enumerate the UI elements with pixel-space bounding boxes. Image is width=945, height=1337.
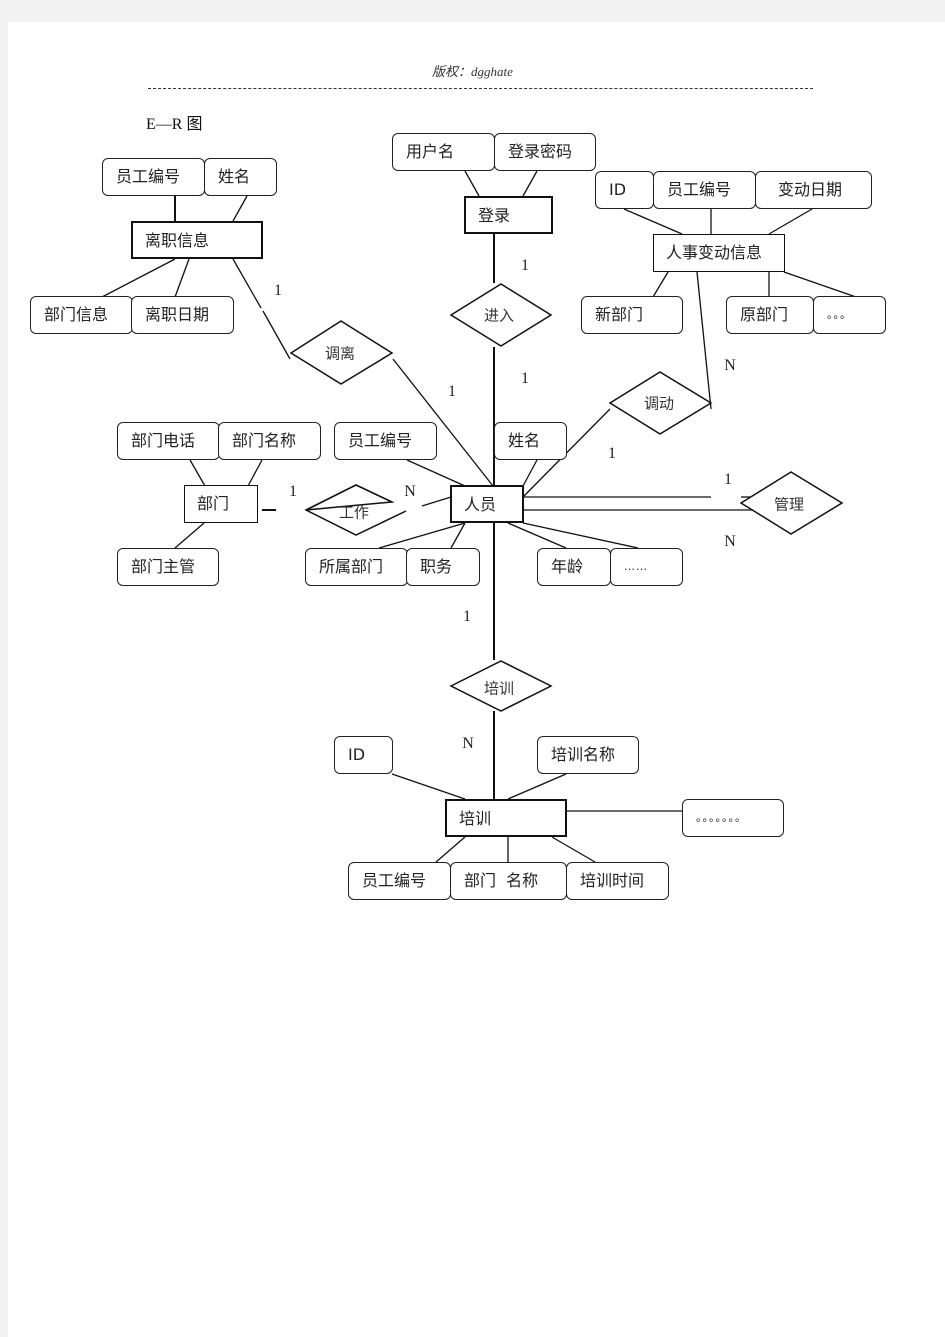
edge-resign-name — [232, 195, 248, 222]
relationship-transfer: 调动 — [643, 394, 675, 413]
attr-dept-manager: 部门主管 — [117, 548, 219, 586]
attr-person-dept: 所属部门 — [305, 548, 408, 586]
cardinality-dept-work: 1 — [289, 483, 297, 500]
attr-change-emp-id: 员工编号 — [653, 171, 756, 209]
attr-train-dept-name: 部门 名称 — [450, 862, 567, 900]
cardinality-person-transfer: 1 — [608, 445, 616, 462]
attr-login-password: 登录密码 — [494, 133, 596, 171]
cardinality-work-person: N — [404, 483, 416, 500]
entity-login: 登录 — [464, 196, 553, 234]
entity-training: 培训 — [445, 799, 567, 837]
edge-change-newdept — [652, 271, 669, 298]
relationship-leave: 调离 — [324, 344, 356, 363]
cardinality-manage-one: 1 — [724, 471, 732, 488]
edge-change-id — [623, 208, 683, 235]
attr-resign-dept-info: 部门信息 — [30, 296, 133, 334]
relationship-work: 工作 — [338, 503, 370, 522]
copyright-header: 版权：dgghate — [432, 64, 513, 79]
diagram-title: E—R 图 — [146, 116, 203, 133]
edge-resign-leave-a — [232, 258, 262, 309]
attr-person-more: …… — [610, 548, 683, 586]
attr-person-age: 年龄 — [537, 548, 611, 586]
cardinality-train-training: N — [462, 735, 474, 752]
edge-work-person — [421, 496, 452, 507]
edge-change-transfer — [696, 271, 712, 410]
attr-person-position: 职务 — [406, 548, 480, 586]
edge-dept-phone — [189, 459, 206, 487]
attr-login-username: 用户名 — [392, 133, 495, 171]
attr-resign-name: 姓名 — [204, 158, 277, 196]
edge-person-dept — [378, 522, 466, 549]
edge-person-name — [522, 459, 538, 487]
edge-resign-leave-b — [262, 310, 291, 360]
relationship-train: 培训 — [483, 679, 515, 698]
relationship-manage: 管理 — [773, 495, 805, 514]
attr-change-date: 变动日期 — [755, 171, 872, 209]
attr-resign-emp-id: 员工编号 — [102, 158, 205, 196]
edge-training-id — [391, 773, 466, 800]
attr-train-time: 培训时间 — [566, 862, 669, 900]
attr-train-name: 培训名称 — [537, 736, 639, 774]
entity-personnel-change: 人事变动信息 — [653, 234, 785, 272]
edge-resign-date — [174, 258, 190, 298]
edge-change-date — [768, 208, 813, 235]
attr-dept-phone: 部门电话 — [117, 422, 220, 460]
entity-resign-info: 离职信息 — [131, 221, 263, 259]
edge-person-age — [507, 522, 567, 549]
attr-dept-name: 部门名称 — [218, 422, 321, 460]
attr-person-emp-id: 员工编号 — [334, 422, 437, 460]
attr-train-emp-id: 员工编号 — [348, 862, 451, 900]
attr-change-more: 。。。 — [813, 296, 886, 334]
attr-change-id: ID — [595, 171, 654, 209]
edge-dept-name — [247, 459, 263, 487]
edge-person-more — [522, 522, 639, 549]
attr-person-name: 姓名 — [494, 422, 567, 460]
attr-train-id: ID — [334, 736, 393, 774]
edge-login-username — [464, 170, 480, 197]
edge-training-name — [507, 773, 567, 800]
edge-training-time — [551, 836, 596, 863]
cardinality-person-train: 1 — [463, 608, 471, 625]
edge-resign-deptinfo — [101, 258, 176, 298]
attr-train-more: 。。。。。。。 — [682, 799, 784, 837]
attr-change-new-dept: 新部门 — [581, 296, 683, 334]
cardinality-resign-leave: 1 — [274, 282, 282, 299]
relationship-enter: 进入 — [483, 306, 515, 325]
cardinality-leave-person: 1 — [448, 383, 456, 400]
edge-dept-manager — [174, 522, 205, 549]
cardinality-enter-person: 1 — [521, 370, 529, 387]
edge-change-more — [783, 271, 857, 298]
cardinality-manage-many: N — [724, 533, 736, 550]
cardinality-login-enter: 1 — [521, 257, 529, 274]
entity-person: 人员 — [450, 485, 524, 523]
cardinality-transfer-change: N — [724, 357, 736, 374]
attr-resign-date: 离职日期 — [131, 296, 234, 334]
attr-change-old-dept: 原部门 — [726, 296, 814, 334]
header-divider — [148, 88, 813, 89]
edge-login-password — [522, 170, 538, 197]
edge-training-empid — [435, 836, 466, 863]
entity-department: 部门 — [184, 485, 258, 523]
